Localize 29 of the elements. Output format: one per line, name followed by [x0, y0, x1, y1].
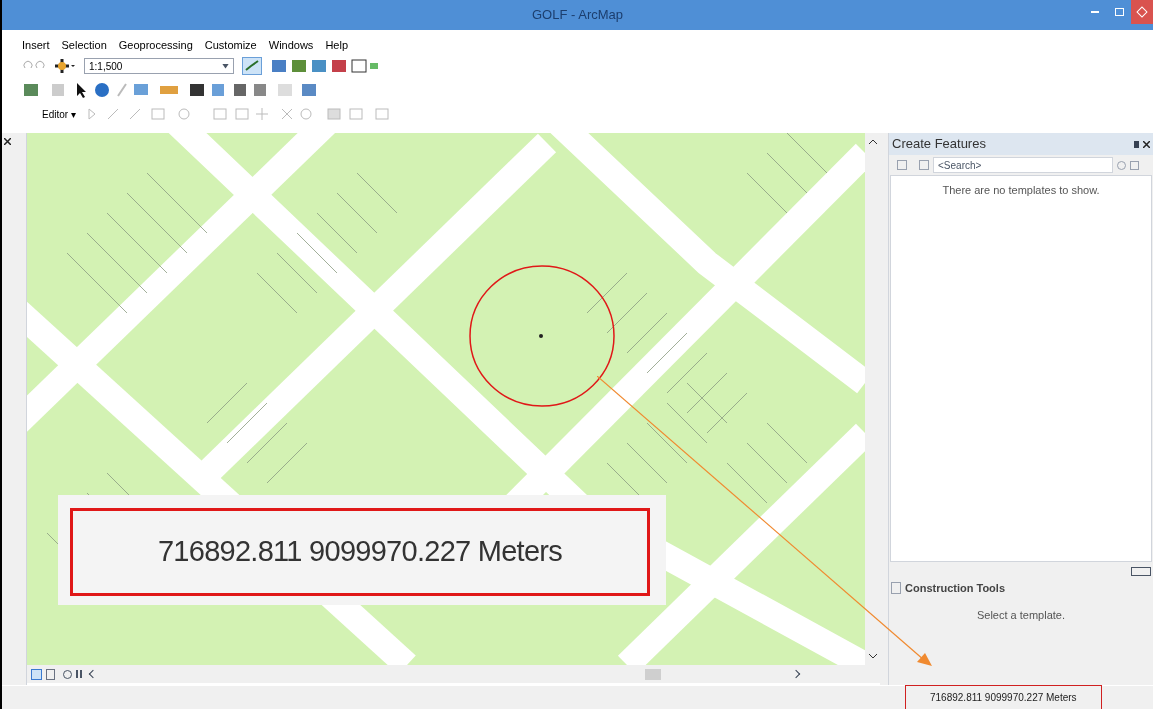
window-title: GOLF - ArcMap	[532, 6, 623, 25]
editor-toolbar-icon[interactable]	[242, 57, 262, 75]
search-field[interactable]: <Search>	[933, 157, 1113, 173]
hint-message: Select a template.	[976, 608, 1066, 623]
menu-item[interactable]: Selection	[61, 37, 107, 54]
scale-field[interactable]: 1:1,500	[84, 58, 234, 74]
scroll-up-icon[interactable]	[868, 139, 877, 144]
menu-item[interactable]: Customize	[204, 37, 257, 54]
collapse-icon[interactable]	[1131, 566, 1151, 576]
panel-title: Create Features	[892, 135, 986, 154]
layout-view-icon[interactable]	[46, 668, 55, 680]
editor-menu[interactable]: Editor ▾	[42, 106, 76, 122]
pause-icon[interactable]	[76, 670, 82, 678]
menu-item[interactable]: Insert	[22, 37, 50, 54]
window-toolbar-icons[interactable]	[270, 58, 380, 74]
coordinates-display: 716892.811 9099970.227 Meters	[905, 685, 1102, 709]
close-icon[interactable]	[1143, 140, 1150, 148]
menu-item[interactable]: Windows	[268, 37, 314, 54]
section-title: Construction Tools	[905, 580, 1005, 596]
dropdown-icon	[222, 63, 229, 69]
empty-message: There are no templates to show.	[942, 183, 1100, 198]
scrollbar-thumb[interactable]	[645, 668, 661, 680]
data-view-icon[interactable]	[31, 668, 42, 680]
menu-item[interactable]: Geoprocessing	[118, 37, 193, 54]
close-icon[interactable]	[4, 138, 11, 145]
scroll-down-icon[interactable]	[868, 654, 877, 659]
coordinates-text: 716892.811 9099970.227 Meters	[157, 534, 563, 570]
pin-icon[interactable]	[1134, 140, 1139, 148]
menu-item[interactable]: Help	[325, 37, 348, 54]
